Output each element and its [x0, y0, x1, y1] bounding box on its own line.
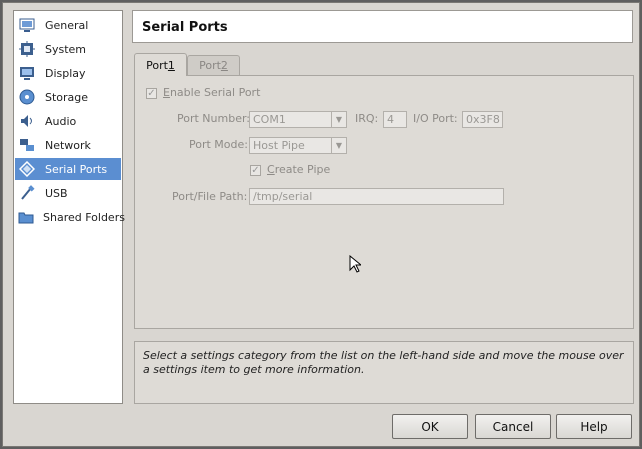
chevron-down-icon: ▼: [331, 138, 346, 153]
category-serial-ports[interactable]: Serial Ports: [15, 158, 121, 180]
category-label: General: [45, 18, 89, 32]
page-title: Serial Ports: [142, 20, 228, 35]
audio-icon: [18, 112, 36, 130]
ok-label: OK: [421, 419, 439, 434]
serial-ports-icon: [18, 160, 36, 178]
ok-button[interactable]: OK: [392, 414, 468, 439]
info-box: Select a settings category from the list…: [134, 341, 634, 404]
port-number-label: Port Number:: [177, 112, 251, 125]
io-port-value: 0x3F8: [466, 113, 500, 126]
port-file-path-label: Port/File Path:: [172, 190, 248, 203]
info-text: Select a settings category from the list…: [143, 349, 624, 376]
category-label: Shared Folders: [43, 210, 125, 224]
io-port-label: I/O Port:: [413, 112, 458, 125]
category-general[interactable]: General: [15, 14, 121, 36]
port-number-select[interactable]: COM1 ▼: [249, 111, 347, 128]
category-network[interactable]: Network: [15, 134, 121, 156]
category-storage[interactable]: Storage: [15, 86, 121, 108]
category-label: Storage: [45, 90, 89, 104]
network-icon: [18, 136, 36, 154]
usb-icon: [18, 184, 36, 202]
page-header: Serial Ports: [132, 10, 633, 43]
port-mode-value: Host Pipe: [253, 139, 305, 152]
tab-label-mnemonic: 1: [167, 58, 175, 72]
port-file-path-value: /tmp/serial: [253, 190, 313, 203]
general-icon: [18, 16, 36, 34]
category-label: USB: [45, 186, 68, 200]
category-audio[interactable]: Audio: [15, 110, 121, 132]
port-settings-panel: ✓ Enable Serial Port Port Number: COM1 ▼…: [134, 75, 634, 329]
category-label: Display: [45, 66, 86, 80]
mouse-cursor-icon: [349, 254, 363, 276]
category-shared-folders[interactable]: Shared Folders: [15, 206, 125, 228]
category-system[interactable]: System: [15, 38, 121, 60]
enable-serial-port-checkbox[interactable]: ✓: [146, 88, 157, 99]
settings-dialog: General System Display Storage Audio Net…: [2, 2, 640, 447]
category-label: Audio: [45, 114, 77, 128]
create-pipe-checkbox[interactable]: ✓: [250, 165, 261, 176]
irq-label: IRQ:: [355, 112, 379, 125]
port-file-path-field[interactable]: /tmp/serial: [249, 188, 504, 205]
enable-serial-port-label: Enable Serial Port: [163, 86, 261, 99]
irq-value: 4: [387, 113, 394, 126]
category-label: Serial Ports: [45, 162, 108, 176]
shared-folders-icon: [18, 208, 34, 226]
storage-icon: [18, 88, 36, 106]
tab-label-mnemonic: 2: [220, 59, 228, 72]
tab-port-1[interactable]: Port 1: [134, 53, 187, 76]
category-list: General System Display Storage Audio Net…: [13, 10, 125, 404]
category-display[interactable]: Display: [15, 62, 121, 84]
category-label: Network: [45, 138, 91, 152]
io-port-field[interactable]: 0x3F8: [462, 111, 503, 128]
cancel-button[interactable]: Cancel: [475, 414, 551, 439]
category-usb[interactable]: USB: [15, 182, 121, 204]
tab-label-prefix: Port: [199, 59, 221, 72]
port-mode-label: Port Mode:: [189, 138, 248, 151]
help-label: Help: [580, 419, 608, 434]
irq-field[interactable]: 4: [383, 111, 407, 128]
display-icon: [18, 64, 36, 82]
help-button[interactable]: Help: [556, 414, 632, 439]
tab-port-2[interactable]: Port 2: [187, 55, 240, 75]
chevron-down-icon: ▼: [331, 112, 346, 127]
tab-label-prefix: Port: [146, 58, 168, 72]
port-number-value: COM1: [253, 113, 286, 126]
cancel-label: Cancel: [492, 419, 534, 434]
system-icon: [18, 40, 36, 58]
category-label: System: [45, 42, 87, 56]
create-pipe-label: Create Pipe: [267, 163, 331, 176]
port-mode-select[interactable]: Host Pipe ▼: [249, 137, 347, 154]
